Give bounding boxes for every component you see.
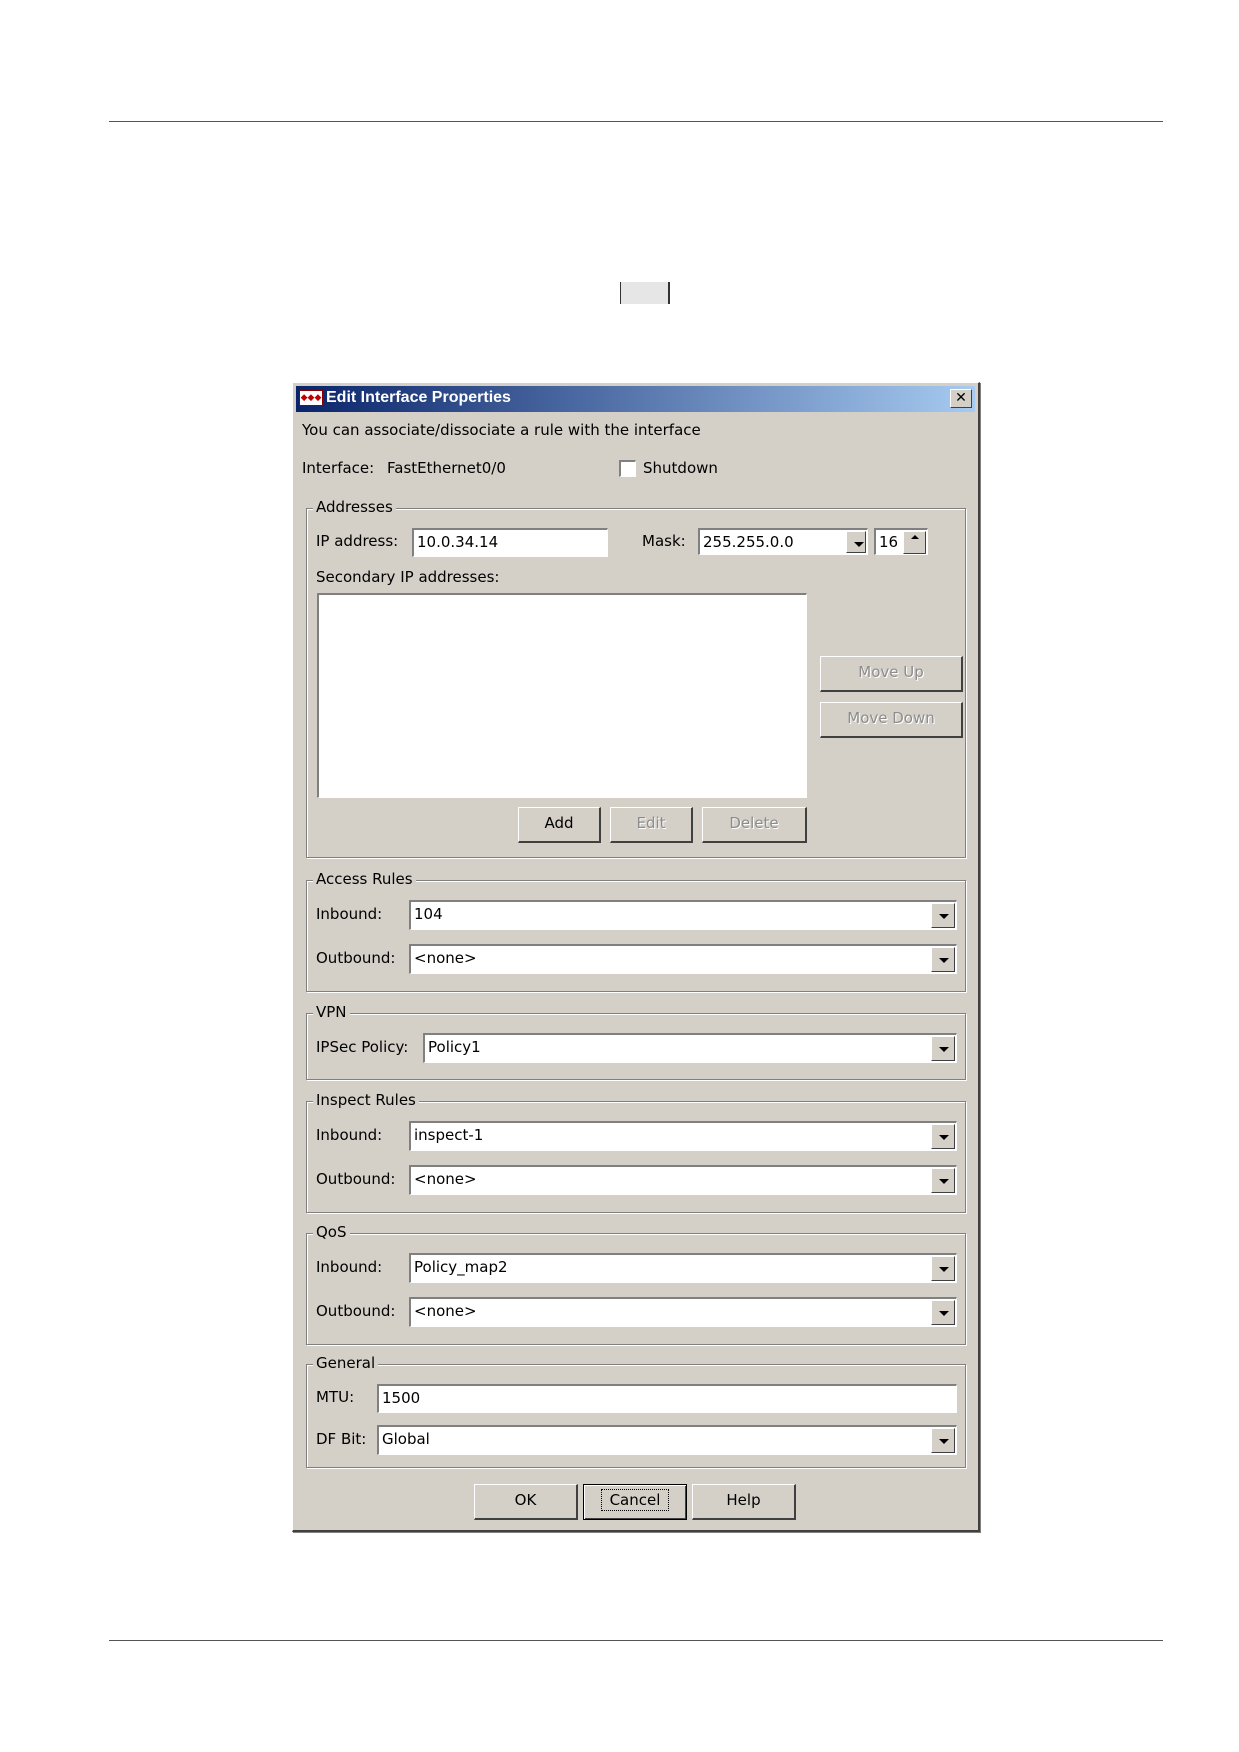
access-rules-legend: Access Rules: [313, 870, 416, 888]
df-bit-select[interactable]: Global: [377, 1425, 957, 1455]
qos-inbound-select[interactable]: Policy_map2: [409, 1253, 957, 1283]
inline-button-graphic: [620, 282, 670, 304]
vpn-group: VPN IPSec Policy: Policy1: [306, 1003, 966, 1080]
secondary-ip-label: Secondary IP addresses:: [316, 568, 500, 586]
ipsec-policy-label: IPSec Policy:: [316, 1038, 409, 1056]
edit-interface-dialog: ◆◆◆ Edit Interface Properties ✕ You can …: [292, 382, 980, 1532]
qos-outbound-value: <none>: [414, 1302, 477, 1320]
chevron-down-icon[interactable]: [931, 947, 955, 972]
shutdown-checkbox[interactable]: [619, 460, 636, 477]
addresses-legend: Addresses: [313, 498, 396, 516]
dialog-title: Edit Interface Properties: [326, 389, 511, 406]
move-down-button[interactable]: Move Down: [820, 702, 963, 738]
interface-label: Interface:: [302, 459, 375, 477]
inspect-inbound-value: inspect-1: [414, 1126, 484, 1144]
access-inbound-value: 104: [414, 905, 443, 923]
inspect-outbound-select[interactable]: <none>: [409, 1165, 957, 1195]
chevron-down-icon[interactable]: [931, 1036, 955, 1061]
access-inbound-label: Inbound:: [316, 905, 383, 923]
top-rule: [109, 121, 1163, 122]
shutdown-label[interactable]: Shutdown: [643, 459, 718, 477]
access-outbound-value: <none>: [414, 949, 477, 967]
prefix-value: 16: [879, 533, 899, 551]
qos-outbound-select[interactable]: <none>: [409, 1297, 957, 1327]
chevron-down-icon[interactable]: [931, 1428, 955, 1453]
general-legend: General: [313, 1354, 379, 1372]
mask-label: Mask:: [642, 532, 686, 550]
app-icon: ◆◆◆: [299, 390, 323, 406]
mtu-input[interactable]: 1500: [377, 1384, 957, 1413]
access-outbound-label: Outbound:: [316, 949, 396, 967]
ipsec-policy-value: Policy1: [428, 1038, 481, 1056]
interface-value: FastEthernet0/0: [387, 459, 506, 477]
inspect-rules-group: Inspect Rules Inbound: inspect-1 Outboun…: [306, 1091, 966, 1213]
bottom-rule: [109, 1640, 1163, 1641]
add-button[interactable]: Add: [518, 807, 601, 843]
access-outbound-select[interactable]: <none>: [409, 944, 957, 974]
addresses-group: Addresses IP address: 10.0.34.14 Mask: 2…: [306, 498, 966, 858]
ip-address-input[interactable]: 10.0.34.14: [412, 528, 608, 557]
qos-inbound-value: Policy_map2: [414, 1258, 508, 1276]
mask-value: 255.255.0.0: [703, 533, 794, 551]
cancel-label: Cancel: [600, 1489, 670, 1511]
prefix-spinner[interactable]: [903, 531, 926, 554]
ip-address-label: IP address:: [316, 532, 399, 550]
chevron-down-icon[interactable]: [931, 1124, 955, 1149]
edit-button[interactable]: Edit: [610, 807, 693, 843]
chevron-down-icon[interactable]: [931, 1300, 955, 1325]
qos-legend: QoS: [313, 1223, 350, 1241]
ok-button[interactable]: OK: [474, 1484, 578, 1520]
title-bar[interactable]: ◆◆◆ Edit Interface Properties ✕: [296, 386, 975, 412]
close-button[interactable]: ✕: [950, 389, 972, 408]
ipsec-policy-select[interactable]: Policy1: [423, 1033, 957, 1063]
dialog-description: You can associate/dissociate a rule with…: [302, 421, 701, 439]
secondary-ip-list[interactable]: [317, 593, 807, 798]
spin-down-icon[interactable]: [904, 543, 925, 554]
inspect-inbound-select[interactable]: inspect-1: [409, 1121, 957, 1151]
qos-group: QoS Inbound: Policy_map2 Outbound: <none…: [306, 1223, 966, 1345]
spin-up-icon[interactable]: [904, 532, 925, 543]
mask-select[interactable]: 255.255.0.0: [698, 528, 868, 555]
access-rules-group: Access Rules Inbound: 104 Outbound: <non…: [306, 870, 966, 992]
chevron-down-icon[interactable]: [931, 1168, 955, 1193]
move-up-button[interactable]: Move Up: [820, 656, 963, 692]
delete-button[interactable]: Delete: [702, 807, 807, 843]
help-button[interactable]: Help: [692, 1484, 796, 1520]
df-bit-label: DF Bit:: [316, 1430, 367, 1448]
qos-inbound-label: Inbound:: [316, 1258, 383, 1276]
cancel-button[interactable]: Cancel: [583, 1484, 687, 1520]
df-bit-value: Global: [382, 1430, 430, 1448]
qos-outbound-label: Outbound:: [316, 1302, 396, 1320]
chevron-down-icon[interactable]: [931, 1256, 955, 1281]
access-inbound-select[interactable]: 104: [409, 900, 957, 930]
inspect-outbound-label: Outbound:: [316, 1170, 396, 1188]
vpn-legend: VPN: [313, 1003, 350, 1021]
chevron-down-icon[interactable]: [931, 903, 955, 928]
inspect-rules-legend: Inspect Rules: [313, 1091, 419, 1109]
chevron-down-icon[interactable]: [846, 531, 866, 553]
mtu-label: MTU:: [316, 1388, 355, 1406]
prefix-length-input[interactable]: 16: [874, 528, 928, 555]
inspect-outbound-value: <none>: [414, 1170, 477, 1188]
general-group: General MTU: 1500 DF Bit: Global: [306, 1354, 966, 1468]
inspect-inbound-label: Inbound:: [316, 1126, 383, 1144]
close-icon: ✕: [955, 390, 967, 406]
